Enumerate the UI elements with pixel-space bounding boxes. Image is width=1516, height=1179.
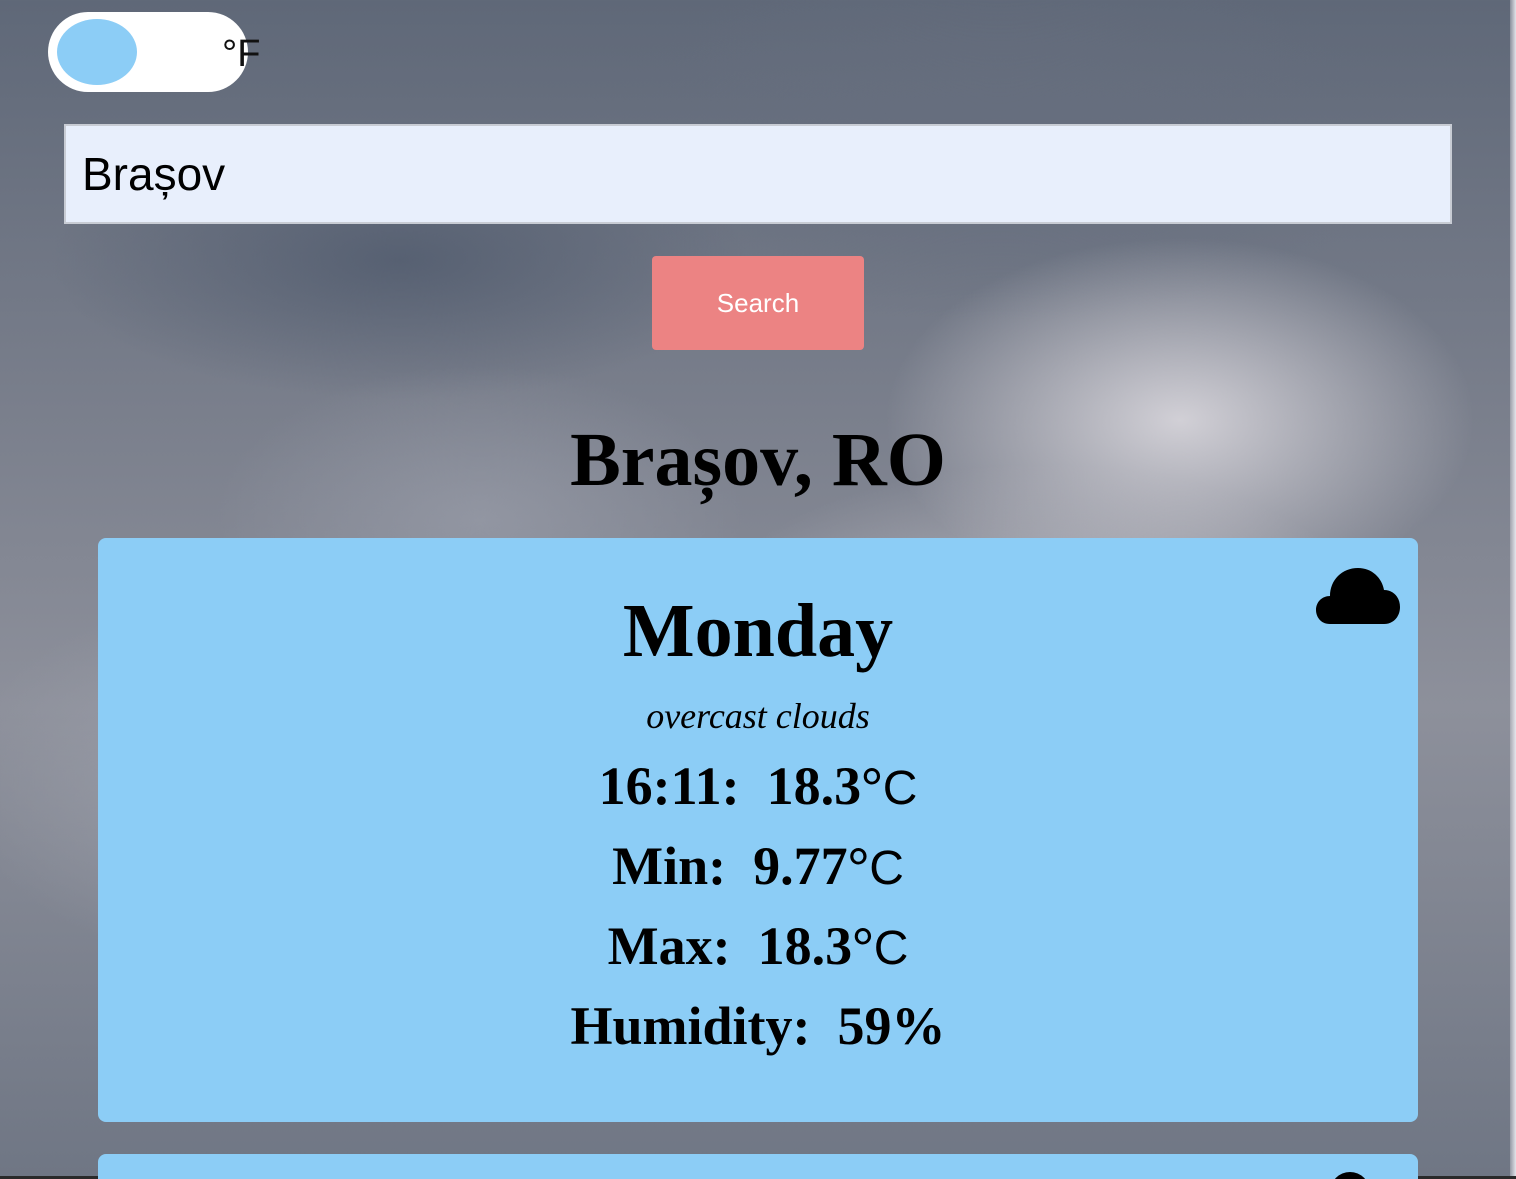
min-label: Min: bbox=[612, 836, 727, 896]
window-edge bbox=[1510, 0, 1516, 1179]
temp-unit: C bbox=[869, 842, 904, 895]
min-temp-value: 9.77° bbox=[753, 836, 870, 896]
forecast-card: Monday overcast clouds 16:11: 18.3°C Min… bbox=[98, 538, 1418, 1122]
humidity-label: Humidity: bbox=[570, 996, 811, 1056]
current-temp-row: 16:11: 18.3°C bbox=[98, 754, 1418, 821]
search-button[interactable]: Search bbox=[652, 256, 864, 350]
unit-toggle-label: °F bbox=[222, 33, 261, 75]
temp-unit: C bbox=[882, 762, 918, 815]
toggle-knob[interactable] bbox=[57, 19, 137, 85]
humidity-row: Humidity: 59% bbox=[98, 994, 1418, 1058]
city-search-input[interactable] bbox=[64, 124, 1452, 224]
forecast-card-next bbox=[98, 1154, 1418, 1179]
weather-description: overcast clouds bbox=[646, 696, 870, 736]
current-temp-value: 18.3° bbox=[766, 756, 883, 816]
max-temp-row: Max: 18.3°C bbox=[98, 914, 1418, 981]
min-temp-row: Min: 9.77°C bbox=[98, 834, 1418, 901]
max-temp-value: 18.3° bbox=[757, 916, 874, 976]
temp-unit: C bbox=[873, 922, 909, 975]
city-title: Brașov, RO bbox=[570, 418, 946, 502]
forecast-day: Monday bbox=[622, 589, 894, 673]
max-label: Max: bbox=[607, 916, 731, 976]
weather-icon bbox=[1330, 1172, 1370, 1179]
unit-toggle[interactable]: °F bbox=[48, 12, 260, 92]
time-label: 16:11: bbox=[598, 756, 740, 816]
humidity-value: 59% bbox=[837, 996, 946, 1056]
